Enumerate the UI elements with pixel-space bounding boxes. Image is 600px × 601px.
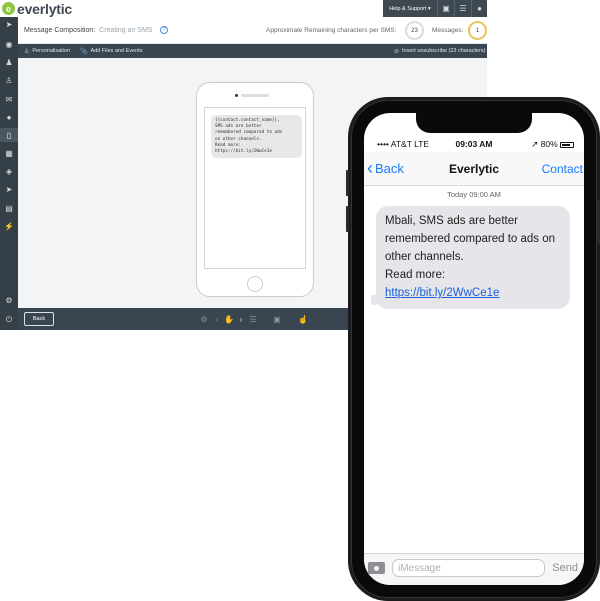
account-icon[interactable]: ● [471, 0, 487, 17]
sidebar-nav: ➤ ◉ ♟ ♙ ✉ ● ▯ ▦ ◈ ➤ ▤ ⚡ ⚙ ⏻ [0, 17, 18, 330]
composition-toolbar: ♙ Personalisation 📎 Add Files and Events… [18, 44, 487, 58]
camera-dot [235, 94, 238, 97]
thumbs-up-icon[interactable]: ☝ [297, 313, 309, 325]
composition-header: Message Composition: Creating an SMS ? A… [18, 17, 487, 44]
preview-sms-bubble[interactable]: {{contact.contact_name}}, SMS ads are be… [211, 115, 302, 159]
logo-wordmark: everlytic [17, 0, 73, 17]
insert-unsubscribe-label: Insert unsubscribe (23 characters) [402, 48, 486, 54]
notch [416, 113, 532, 133]
settings-icon[interactable]: ⚙ [198, 313, 210, 325]
page-title: Message Composition: Creating an SMS ? [24, 26, 169, 34]
logo-mark-icon: e [2, 2, 15, 15]
hand-icon[interactable]: ✋ [223, 313, 235, 325]
volume-up-key [346, 170, 349, 196]
settings-icon[interactable]: ⚙ [0, 293, 18, 307]
battery-indicator: ↗ 80% [531, 139, 574, 150]
paperclip-icon: 📎 [80, 48, 88, 55]
user-icon[interactable]: ♙ [0, 73, 18, 87]
phone-preview: {{contact.contact_name}}, SMS ads are be… [196, 82, 314, 297]
person-icon: ♙ [24, 48, 30, 55]
send-button[interactable]: Send [552, 562, 578, 574]
add-files-label: Add Files and Events [90, 48, 143, 54]
network-icon[interactable]: ▦ [0, 146, 18, 160]
contacts-icon[interactable]: ♟ [0, 55, 18, 69]
email-icon[interactable]: ✉ [0, 92, 18, 106]
battery-fill [562, 143, 570, 146]
status-bar: •••• AT&T LTE 09:03 AM ↗ 80% [364, 136, 584, 150]
info-icon[interactable]: ? [160, 26, 169, 34]
power-icon[interactable]: ⏻ [0, 313, 18, 327]
remaining-chars-label: Approximate Remaining characters per SMS… [266, 27, 397, 34]
image-icon[interactable]: ▣ [271, 313, 283, 325]
send-icon[interactable]: ➤ [0, 182, 18, 196]
message-nav-bar: ‹ Back Everlytic Contact [364, 152, 584, 186]
battery-icon [560, 141, 574, 148]
messages-counter: 1 [468, 21, 487, 40]
personalisation-button[interactable]: ♙ Personalisation [24, 44, 70, 58]
volume-down-key [346, 206, 349, 232]
unsubscribe-icon: ⊘ [394, 48, 400, 55]
dashboard-icon[interactable]: ◉ [0, 37, 18, 51]
imessage-input[interactable]: iMessage [392, 559, 545, 577]
speaker-slot [241, 94, 269, 97]
sms-message-bubble: Mbali, SMS ads are better remembered com… [376, 206, 570, 309]
palette-icon[interactable]: ◈ [0, 164, 18, 178]
message-input-bar: iMessage Send [364, 553, 584, 585]
add-files-button[interactable]: 📎 Add Files and Events [80, 44, 142, 58]
message-timestamp: Today 09:00 AM [447, 190, 501, 199]
preview-screen: {{contact.contact_name}}, SMS ads are be… [204, 107, 306, 269]
home-button [247, 276, 263, 292]
remaining-chars-counter: 23 [405, 21, 424, 40]
chevron-right-icon: › [239, 314, 243, 324]
back-button[interactable]: Back [24, 312, 54, 326]
document-icon[interactable]: ▤ [0, 201, 18, 215]
help-support-menu[interactable]: Help & Support ▾ [383, 0, 437, 17]
contact-button[interactable]: Contact [542, 162, 583, 176]
sms-icon[interactable]: ▯ [0, 128, 18, 142]
megaphone-icon[interactable]: ➤ [0, 17, 18, 31]
chevron-right-icon: › [215, 314, 219, 324]
battery-percent: ↗ 80% [531, 139, 558, 149]
camera-icon[interactable] [368, 562, 385, 574]
personalisation-label: Personalisation [32, 48, 70, 54]
top-bar: e everlytic Help & Support ▾ ▣ ☰ ● [0, 0, 487, 17]
messages-label: Messages: [432, 27, 464, 34]
subtitle-text: Creating an SMS [99, 26, 153, 34]
message-link[interactable]: https://bit.ly/2WwCe1e [385, 284, 561, 302]
list-icon[interactable]: ☰ [247, 313, 259, 325]
list-icon[interactable]: ☰ [454, 0, 471, 17]
message-text: Mbali, SMS ads are better remembered com… [385, 215, 556, 281]
title-text: Message Composition: [24, 26, 96, 34]
everlytic-logo[interactable]: e everlytic [2, 0, 73, 17]
notification-icon[interactable]: ● [0, 110, 18, 124]
package-icon[interactable]: ▣ [437, 0, 454, 17]
insert-unsubscribe-button[interactable]: ⊘ Insert unsubscribe (23 characters) [394, 44, 486, 58]
lightning-icon[interactable]: ⚡ [0, 219, 18, 233]
iphone-screen: •••• AT&T LTE 09:03 AM ↗ 80% ‹ Back Ever… [364, 113, 584, 585]
